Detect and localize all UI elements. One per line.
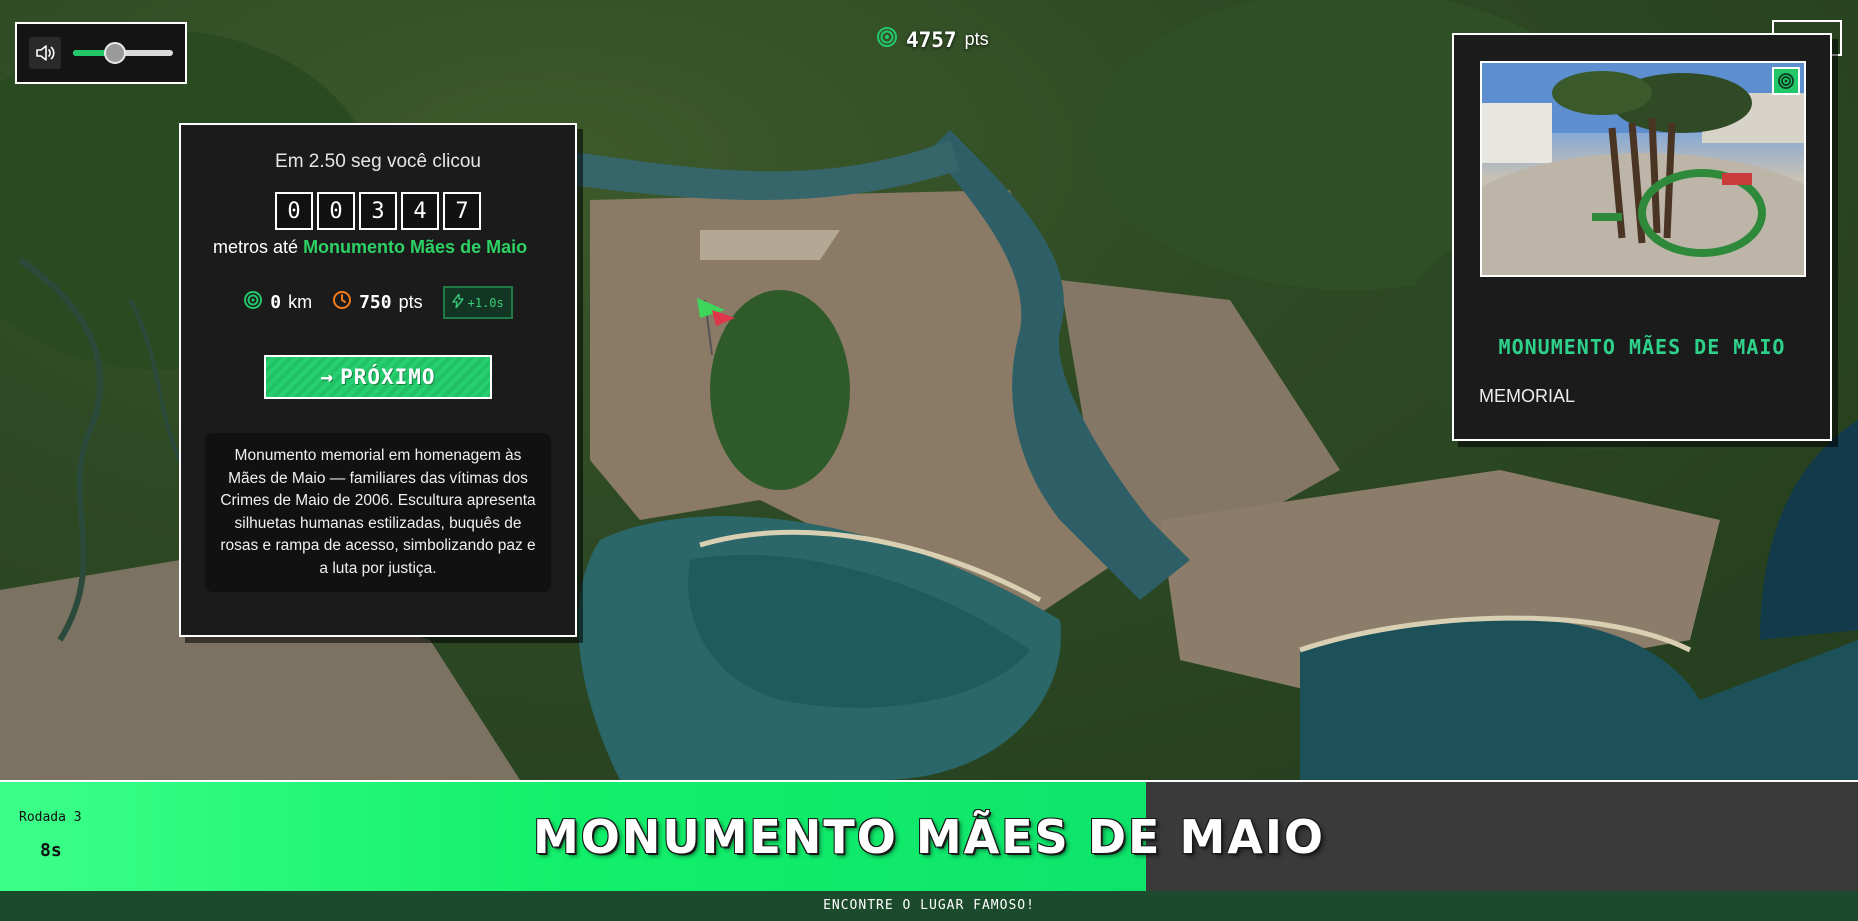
target-icon[interactable] — [1772, 67, 1800, 95]
distance-digit: 4 — [401, 192, 439, 230]
target-place-title: MONUMENTO MÃES DE MAIO — [532, 810, 1326, 864]
round-timer-bar: Rodada 3 8s MONUMENTO MÃES DE MAIO — [0, 780, 1858, 891]
speaker-icon[interactable] — [29, 37, 61, 69]
click-time-text: Em 2.50 seg você clicou — [275, 151, 481, 172]
place-card-title: MONUMENTO MÃES DE MAIO — [1498, 335, 1786, 359]
destination-text: metros até Monumento Mães de Maio — [213, 236, 541, 259]
volume-slider[interactable] — [73, 42, 173, 64]
instruction-footer: ENCONTRE O LUGAR FAMOSO! — [0, 891, 1858, 921]
place-photo-image — [1482, 63, 1804, 275]
result-panel: Em 2.50 seg você clicou 0 0 3 4 7 metros… — [179, 123, 577, 637]
next-button-label: PRÓXIMO — [340, 365, 436, 389]
distance-km-unit: km — [288, 292, 313, 312]
distance-digit: 0 — [275, 192, 313, 230]
distance-counter: 0 0 3 4 7 — [181, 192, 575, 230]
total-score-unit: pts — [964, 29, 989, 49]
distance-km-value: 0 — [270, 292, 282, 313]
distance-digit: 7 — [443, 192, 481, 230]
time-points-value: 750 — [359, 292, 392, 313]
total-score-value: 4757 — [906, 27, 957, 52]
lightning-icon — [451, 293, 464, 311]
time-points-stat: 750 pts — [332, 290, 423, 315]
total-score: 4757 pts — [876, 26, 989, 53]
place-description: Monumento memorial em homenagem às Mães … — [205, 433, 551, 592]
time-bonus-value: +1.0s — [467, 295, 504, 310]
target-icon — [876, 26, 898, 53]
distance-digit: 3 — [359, 192, 397, 230]
clock-icon — [332, 290, 352, 315]
place-category: MEMORIAL — [1479, 386, 1576, 406]
place-name-link: Monumento Mães de Maio — [303, 237, 528, 257]
volume-control — [15, 22, 187, 84]
target-icon — [243, 290, 263, 315]
round-stats: 0 km 750 pts +1.0s — [181, 286, 575, 319]
meters-prefix: metros até — [213, 237, 299, 257]
volume-slider-knob[interactable] — [104, 42, 126, 64]
time-points-unit: pts — [398, 292, 423, 312]
next-button[interactable]: → PRÓXIMO — [264, 355, 492, 399]
distance-stat: 0 km — [243, 290, 312, 315]
distance-digit: 0 — [317, 192, 355, 230]
place-card: MONUMENTO MÃES DE MAIO MEMORIAL — [1452, 33, 1832, 441]
time-bonus-badge: +1.0s — [442, 286, 513, 319]
arrow-right-icon: → — [320, 365, 335, 389]
place-photo — [1480, 61, 1806, 277]
